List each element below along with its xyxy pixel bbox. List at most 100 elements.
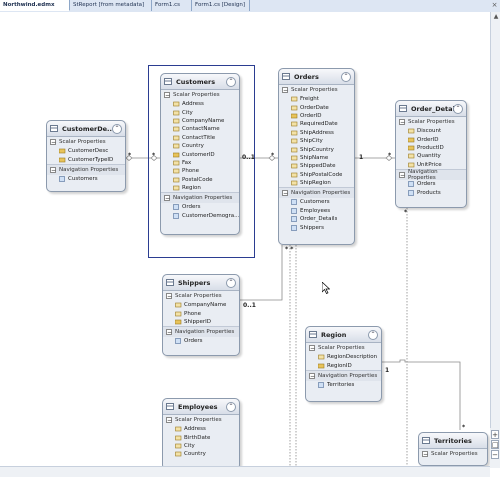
navigation-row[interactable]: Employees xyxy=(279,207,354,215)
entity-employees[interactable]: Employees ⌃ − Scalar Properties Address B… xyxy=(162,398,240,470)
property-row[interactable]: RegionID xyxy=(306,361,381,369)
entity-header[interactable]: Customers ⌃ xyxy=(161,74,239,90)
property-row[interactable]: Region xyxy=(161,184,239,192)
collapse-section-icon[interactable]: − xyxy=(50,166,56,173)
collapse-section-icon[interactable]: − xyxy=(399,171,405,178)
close-tab-button[interactable]: × xyxy=(491,0,498,11)
property-row[interactable]: Phone xyxy=(163,309,239,317)
property-row[interactable]: ShipPostalCode xyxy=(279,171,354,179)
collapse-section-icon[interactable]: − xyxy=(399,119,405,126)
zoom-out-button[interactable]: − xyxy=(491,450,499,459)
property-row[interactable]: OrderID xyxy=(396,135,466,143)
property-row[interactable]: City xyxy=(163,442,239,450)
collapse-section-icon[interactable]: − xyxy=(282,190,288,197)
entity-shippers[interactable]: Shippers ⌃ − Scalar Properties CompanyNam… xyxy=(162,274,240,356)
navigation-row[interactable]: Orders xyxy=(396,180,466,188)
property-row[interactable]: RequiredDate xyxy=(279,120,354,128)
entity-order-details[interactable]: Order_Details ⌃ − Scalar Properties Disco… xyxy=(395,100,467,208)
scalar-properties-header[interactable]: − Scalar Properties xyxy=(306,343,381,353)
property-row[interactable]: Fax xyxy=(161,159,239,167)
property-row[interactable]: ContactName xyxy=(161,125,239,133)
navigation-row[interactable]: Order_Details xyxy=(279,215,354,223)
entity-territories[interactable]: Territories − Scalar Properties xyxy=(418,432,488,466)
horizontal-scrollbar[interactable] xyxy=(0,466,490,477)
scalar-properties-header[interactable]: − Scalar Properties xyxy=(279,85,354,95)
property-row[interactable]: CompanyName xyxy=(163,301,239,309)
navigation-properties-header[interactable]: − Navigation Properties xyxy=(279,187,354,199)
collapse-section-icon[interactable]: − xyxy=(166,417,172,424)
entity-header[interactable]: Shippers ⌃ xyxy=(163,275,239,291)
navigation-row[interactable]: Orders xyxy=(161,203,239,211)
navigation-row[interactable]: Customers xyxy=(279,198,354,206)
navigation-row[interactable]: Customers xyxy=(47,175,125,183)
scalar-properties-header[interactable]: − Scalar Properties xyxy=(396,117,466,127)
property-row[interactable]: Discount xyxy=(396,127,466,135)
collapse-section-icon[interactable]: − xyxy=(282,87,288,94)
navigation-row[interactable]: Shippers xyxy=(279,223,354,231)
property-row[interactable]: ShipCountry xyxy=(279,145,354,153)
entity-customer-demographics[interactable]: CustomerDe... ⌃ − Scalar Properties Custo… xyxy=(46,120,126,192)
collapse-section-icon[interactable]: − xyxy=(309,345,315,352)
navigation-row[interactable]: CustomerDemogra... xyxy=(161,212,239,220)
entity-header[interactable]: Orders ⌃ xyxy=(279,69,354,85)
collapse-button[interactable]: ⌃ xyxy=(226,278,236,288)
navigation-properties-header[interactable]: − Navigation Properties xyxy=(163,326,239,338)
collapse-section-icon[interactable]: − xyxy=(50,139,56,146)
property-row[interactable]: PostalCode xyxy=(161,176,239,184)
scalar-properties-header[interactable]: − Scalar Properties xyxy=(163,291,239,301)
property-row[interactable]: Quantity xyxy=(396,152,466,160)
collapse-button[interactable]: ⌃ xyxy=(453,104,463,114)
navigation-row[interactable]: Territories xyxy=(306,381,381,389)
zoom-fit-button[interactable]: □ xyxy=(491,440,499,449)
entity-header[interactable]: Region ⌃ xyxy=(306,327,381,343)
property-row[interactable]: CustomerTypeID xyxy=(47,155,125,163)
property-row[interactable]: Freight xyxy=(279,95,354,103)
scalar-properties-header[interactable]: − Scalar Properties xyxy=(419,449,487,459)
entity-customers[interactable]: Customers ⌃ − Scalar Properties Address C… xyxy=(160,73,240,235)
scalar-properties-header[interactable]: − Scalar Properties xyxy=(47,137,125,147)
collapse-button[interactable]: ⌃ xyxy=(226,77,236,87)
navigation-properties-header[interactable]: − Navigation Properties xyxy=(161,192,239,204)
collapse-button[interactable]: ⌃ xyxy=(112,124,122,134)
property-row[interactable]: ShipperID xyxy=(163,318,239,326)
property-row[interactable]: ShipRegion xyxy=(279,179,354,187)
property-row[interactable]: CustomerID xyxy=(161,150,239,158)
entity-header[interactable]: Order_Details ⌃ xyxy=(396,101,466,117)
collapse-button[interactable]: ⌃ xyxy=(368,330,378,340)
scroll-up-icon[interactable]: ▲ xyxy=(492,13,500,21)
zoom-in-button[interactable]: + xyxy=(491,430,499,439)
scalar-properties-header[interactable]: − Scalar Properties xyxy=(163,415,239,425)
navigation-row[interactable]: Orders xyxy=(163,337,239,345)
collapse-button[interactable]: ⌃ xyxy=(226,402,236,412)
property-row[interactable]: ShippedDate xyxy=(279,162,354,170)
collapse-button[interactable]: ⌃ xyxy=(341,72,351,82)
collapse-section-icon[interactable]: − xyxy=(164,195,170,202)
navigation-properties-header[interactable]: − Navigation Properties xyxy=(306,369,381,381)
property-row[interactable]: ShipAddress xyxy=(279,129,354,137)
property-row[interactable]: Country xyxy=(161,142,239,150)
property-row[interactable]: UnitPrice xyxy=(396,161,466,169)
navigation-properties-header[interactable]: − Navigation Properties xyxy=(396,168,466,181)
property-row[interactable]: City xyxy=(161,108,239,116)
property-row[interactable]: Address xyxy=(161,100,239,108)
entity-region[interactable]: Region ⌃ − Scalar Properties RegionDescri… xyxy=(305,326,382,402)
property-row[interactable]: RegionDescription xyxy=(306,353,381,361)
collapse-section-icon[interactable]: − xyxy=(422,451,428,458)
entity-header[interactable]: CustomerDe... ⌃ xyxy=(47,121,125,137)
property-row[interactable]: OrderID xyxy=(279,112,354,120)
navigation-properties-header[interactable]: − Navigation Properties xyxy=(47,163,125,175)
property-row[interactable]: Phone xyxy=(161,167,239,175)
scalar-properties-header[interactable]: − Scalar Properties xyxy=(161,90,239,100)
navigation-row[interactable]: Products xyxy=(396,188,466,196)
property-row[interactable]: BirthDate xyxy=(163,433,239,441)
collapse-section-icon[interactable]: − xyxy=(309,372,315,379)
property-row[interactable]: ProductID xyxy=(396,144,466,152)
vertical-scrollbar[interactable]: ▲ xyxy=(490,12,500,450)
collapse-section-icon[interactable]: − xyxy=(164,92,170,99)
property-row[interactable]: ContactTitle xyxy=(161,134,239,142)
association-line-region-territories[interactable] xyxy=(382,359,461,430)
property-row[interactable]: ShipName xyxy=(279,154,354,162)
property-row[interactable]: CustomerDesc xyxy=(47,147,125,155)
property-row[interactable]: CompanyName xyxy=(161,117,239,125)
collapse-section-icon[interactable]: − xyxy=(166,293,172,300)
